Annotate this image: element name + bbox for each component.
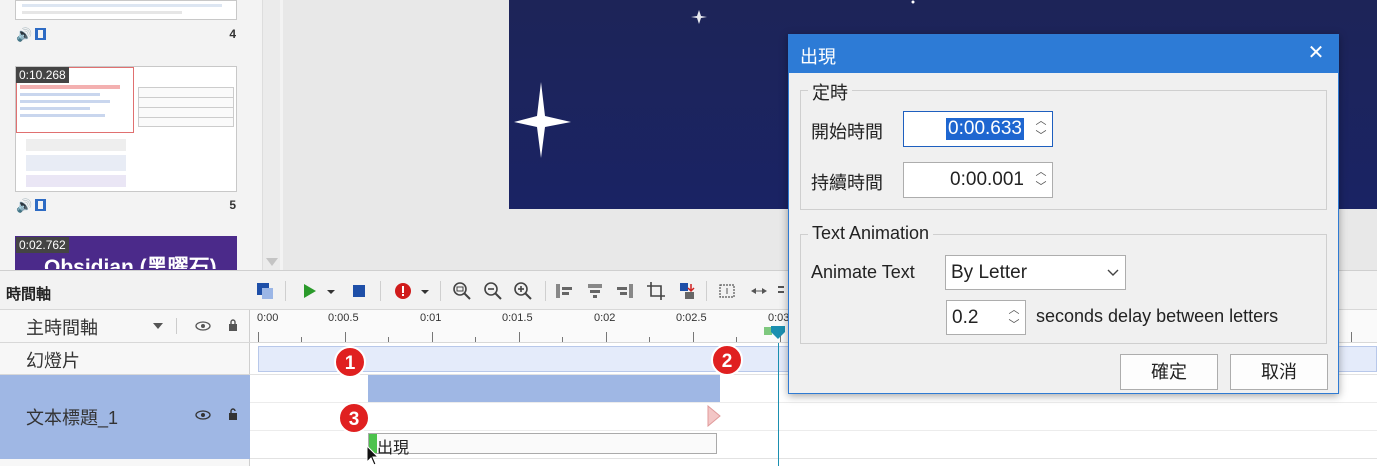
stepper-arrows[interactable]: ︿ ﹀ — [1007, 304, 1021, 332]
ruler-tick-label: 0:01.5 — [502, 312, 533, 324]
film-icon — [35, 28, 46, 40]
more-tools-icon[interactable] — [776, 280, 786, 302]
align-center-icon[interactable] — [584, 280, 606, 302]
alert-options-chevron-icon[interactable] — [418, 280, 432, 302]
animate-text-label: Animate Text — [811, 262, 915, 282]
slide-thumbnail-4[interactable] — [15, 0, 237, 20]
animate-text-value: By Letter — [951, 262, 1028, 283]
thumbnail-duration: 0:02.762 — [16, 237, 69, 253]
unlock-icon[interactable] — [227, 407, 239, 421]
slide-number: 5 — [229, 198, 236, 212]
timeline-title: 時間軸 — [6, 286, 52, 303]
timing-group-title: 定時 — [808, 79, 852, 105]
chevron-down-icon[interactable]: ﹀ — [1034, 181, 1048, 194]
stepper-arrows[interactable]: ︿ ﹀ — [1034, 166, 1048, 194]
align-right-icon[interactable] — [614, 280, 636, 302]
zoom-fit-icon[interactable] — [451, 280, 473, 302]
ruler-tick-label: 0:03 — [768, 312, 790, 324]
callout-marker-3: 3 — [338, 402, 370, 434]
dialog-title: 出現 — [800, 47, 836, 67]
slide-thumbnail-4-meta: 🔊 4 — [16, 27, 238, 45]
animate-text-select[interactable]: By Letter — [945, 255, 1126, 290]
zoom-out-icon[interactable] — [482, 280, 504, 302]
stepper-arrows[interactable]: ︿ ﹀ — [1034, 115, 1048, 143]
effect-appear-bar[interactable]: 出現 — [368, 433, 717, 457]
start-time-input[interactable]: 0:00.633 — [946, 118, 1024, 140]
letter-delay-input[interactable]: 0.2 — [952, 307, 978, 329]
track-slides[interactable]: 幻燈片 — [0, 343, 250, 375]
chevron-down-icon[interactable] — [152, 320, 164, 332]
chevron-down-icon[interactable] — [1107, 268, 1119, 278]
duration-label: 持續時間 — [811, 173, 883, 193]
thumbnail-title: Obsidian (黑曜石) — [44, 256, 217, 270]
layer-color-icon[interactable] — [254, 280, 276, 302]
fit-both-icon[interactable] — [748, 280, 770, 302]
visibility-eye-icon[interactable] — [195, 408, 211, 422]
ruler-tick-label: 0:02.5 — [676, 312, 707, 324]
audio-icon: 🔊 — [16, 198, 33, 213]
stop-icon[interactable] — [348, 280, 370, 302]
ruler-tick-label: 0:02 — [594, 312, 616, 324]
play-icon[interactable] — [298, 280, 320, 302]
chevron-down-icon[interactable]: ﹀ — [1007, 319, 1021, 332]
thumbnail-duration: 0:10.268 — [16, 67, 69, 83]
move-down-icon[interactable] — [676, 280, 698, 302]
letter-delay-stepper[interactable]: 0.2 ︿ ﹀ — [946, 300, 1026, 335]
align-left-icon[interactable] — [553, 280, 575, 302]
chevron-up-icon[interactable]: ︿ — [1007, 304, 1021, 317]
playhead-handle-icon[interactable] — [771, 326, 785, 340]
dialog-titlebar[interactable]: 出現 ✕ — [789, 35, 1338, 73]
slide-thumbnails-panel: 🔊 4 0:10.268 🔊 5 Obsidian (黑曜石) 0:02.762 — [0, 0, 283, 270]
audio-icon: 🔊 — [16, 27, 33, 42]
start-time-stepper[interactable]: 0:00.633 ︿ ﹀ — [903, 111, 1053, 147]
callout-marker-2: 2 — [711, 344, 743, 376]
timing-group: 定時 開始時間 0:00.633 ︿ ﹀ 持續時間 0:00.001 ︿ ﹀ — [800, 79, 1327, 210]
play-options-chevron-icon[interactable] — [324, 280, 338, 302]
appear-effect-dialog: 出現 ✕ 定時 開始時間 0:00.633 ︿ ﹀ 持續時間 0:00.001 … — [788, 34, 1339, 394]
letter-delay-suffix: seconds delay between letters — [1036, 306, 1279, 326]
ruler-tick-label: 0:00 — [257, 312, 279, 324]
text-object-bar[interactable] — [368, 375, 720, 402]
visibility-eye-icon[interactable] — [195, 319, 211, 333]
slide-thumbnail-5-meta: 🔊 5 — [16, 198, 238, 216]
text-animation-group: Text Animation Animate Text By Letter 0.… — [800, 223, 1327, 344]
slide-thumbnail-5[interactable]: 0:10.268 — [15, 66, 237, 192]
ok-button[interactable]: 確定 — [1120, 354, 1218, 390]
callout-marker-1: 1 — [334, 346, 366, 378]
fit-width-icon[interactable] — [716, 280, 738, 302]
zoom-in-icon[interactable] — [512, 280, 534, 302]
effect-label: 出現 — [377, 440, 410, 457]
start-time-label: 開始時間 — [811, 122, 883, 142]
track-text-caption[interactable]: 文本標題_1 — [0, 375, 250, 459]
mouse-cursor-icon — [366, 445, 380, 466]
duration-input[interactable]: 0:00.001 — [950, 169, 1024, 191]
alert-icon[interactable] — [392, 280, 414, 302]
exit-marker-icon[interactable] — [707, 405, 721, 427]
track-main-timeline[interactable]: 主時間軸 — [0, 310, 250, 343]
scroll-down-icon[interactable] — [266, 258, 278, 266]
film-icon — [35, 199, 46, 211]
cancel-button[interactable]: 取消 — [1230, 354, 1328, 390]
timeline-track-list: 主時間軸 幻燈片 文本標題_1 — [0, 310, 250, 466]
crop-icon[interactable] — [645, 280, 667, 302]
ruler-tick-label: 0:01 — [420, 312, 442, 324]
ruler-tick-label: 0:00.5 — [328, 312, 359, 324]
slide-number: 4 — [229, 27, 236, 41]
track-label: 文本標題_1 — [26, 408, 119, 428]
chevron-down-icon[interactable]: ﹀ — [1034, 130, 1048, 143]
chevron-up-icon[interactable]: ︿ — [1034, 166, 1048, 179]
close-icon[interactable]: ✕ — [1304, 41, 1328, 65]
lock-icon[interactable] — [227, 318, 239, 332]
track-label: 幻燈片 — [26, 351, 80, 371]
duration-stepper[interactable]: 0:00.001 ︿ ﹀ — [903, 162, 1053, 198]
text-animation-group-title: Text Animation — [808, 223, 934, 244]
track-label: 主時間軸 — [26, 318, 98, 338]
thumbnails-scrollbar[interactable] — [262, 0, 280, 270]
slide-thumbnail-6[interactable]: Obsidian (黑曜石) 0:02.762 — [15, 236, 237, 270]
chevron-up-icon[interactable]: ︿ — [1034, 115, 1048, 128]
